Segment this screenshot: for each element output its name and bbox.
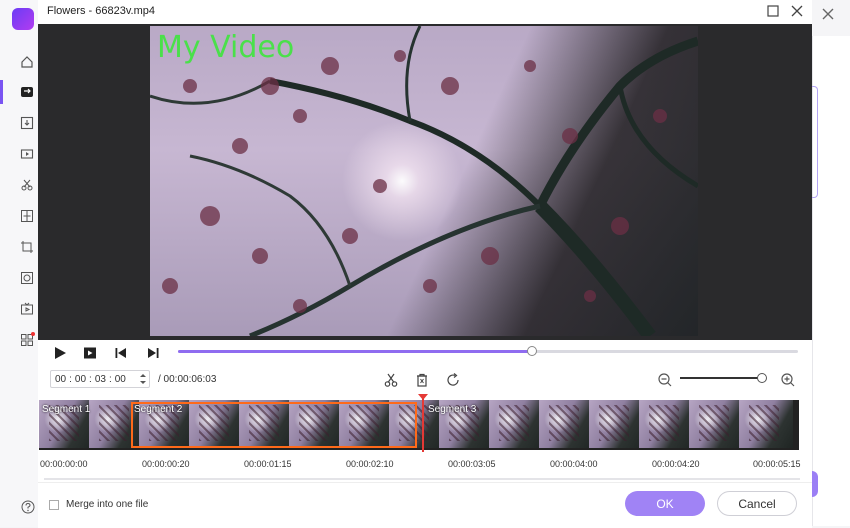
- sidebar-active-indicator: [0, 80, 3, 104]
- branches-image: [150, 26, 698, 336]
- record-icon[interactable]: [19, 146, 35, 162]
- time-separator: :: [89, 373, 92, 385]
- dialog-titlebar: Flowers - 66823v.mp4: [38, 0, 812, 24]
- ok-button[interactable]: OK: [625, 491, 705, 516]
- ruler-label: 00:00:00:20: [142, 459, 190, 469]
- ruler-label: 00:00:05:15: [753, 459, 801, 469]
- cut-icon[interactable]: [19, 177, 35, 193]
- ruler-label: 00:00:03:05: [448, 459, 496, 469]
- thumbnail: [689, 400, 744, 448]
- home-icon[interactable]: [19, 54, 35, 70]
- delete-icon[interactable]: [414, 372, 430, 388]
- help-icon[interactable]: [20, 499, 36, 515]
- previous-frame-icon[interactable]: [114, 346, 128, 360]
- time-hours[interactable]: 00: [55, 374, 66, 385]
- time-separator: :: [69, 373, 72, 385]
- zoom-out-icon[interactable]: [657, 372, 673, 388]
- thumbnail: [489, 400, 544, 448]
- merge-label[interactable]: Merge into one file: [66, 499, 148, 510]
- ruler-label: 00:00:04:20: [652, 459, 700, 469]
- merge-icon[interactable]: [19, 208, 35, 224]
- thumbnail: [539, 400, 594, 448]
- video-frame: My Video: [150, 26, 698, 336]
- time-ruler: 00:00:00:00 00:00:00:20 00:00:01:15 00:0…: [38, 452, 812, 476]
- timeline[interactable]: Segment 1 Segment 2 Segment 3: [38, 394, 812, 468]
- download-icon[interactable]: [19, 115, 35, 131]
- ruler-label: 00:00:01:15: [244, 459, 292, 469]
- close-button[interactable]: [789, 3, 805, 19]
- play-icon[interactable]: [53, 346, 67, 360]
- background-button: [812, 471, 818, 497]
- thumbnail: [589, 400, 644, 448]
- time-seconds[interactable]: 03: [95, 374, 106, 385]
- watermark-text-overlay: My Video: [157, 30, 295, 65]
- crop-icon[interactable]: [19, 239, 35, 255]
- app-logo: [12, 8, 34, 30]
- background-selected-card: [812, 86, 818, 198]
- playback-progress-fill: [178, 350, 532, 353]
- dialog-footer: Merge into one file OK Cancel: [38, 482, 812, 528]
- zoom-slider-handle[interactable]: [757, 373, 767, 383]
- thumbnail: [639, 400, 694, 448]
- video-preview[interactable]: My Video: [38, 24, 812, 340]
- stop-icon[interactable]: [83, 346, 97, 360]
- merge-checkbox[interactable]: [49, 500, 59, 510]
- notification-dot: [31, 332, 35, 336]
- zoom-in-icon[interactable]: [780, 372, 796, 388]
- time-frames[interactable]: 00: [115, 374, 126, 385]
- scissors-icon[interactable]: [383, 372, 399, 388]
- dvd-icon[interactable]: [19, 270, 35, 286]
- reset-icon[interactable]: [445, 372, 461, 388]
- segment-label: Segment 3: [428, 404, 477, 415]
- app-sidebar: [0, 0, 38, 527]
- player-controls: [38, 340, 812, 366]
- main-close-icon[interactable]: [820, 6, 836, 22]
- cancel-button[interactable]: Cancel: [717, 491, 797, 516]
- ruler-label: 00:00:04:00: [550, 459, 598, 469]
- trim-dialog: Flowers - 66823v.mp4 My Video 00: 00: …: [38, 0, 812, 528]
- current-time-input[interactable]: 00 : 00 : 03 : 00: [50, 370, 150, 388]
- zoom-slider[interactable]: [680, 377, 764, 379]
- playback-progress-bar[interactable]: [178, 346, 798, 356]
- convert-icon[interactable]: [19, 84, 35, 100]
- segment-label: Segment 1: [42, 404, 91, 415]
- next-frame-icon[interactable]: [146, 346, 160, 360]
- thumbnail: [739, 400, 794, 448]
- time-stepper[interactable]: [138, 371, 148, 387]
- playback-progress-handle[interactable]: [527, 346, 538, 356]
- ruler-label: 00:00:02:10: [346, 459, 394, 469]
- total-duration: / 00:00:06:03: [158, 374, 217, 385]
- selected-segment[interactable]: [131, 402, 417, 448]
- dialog-title: Flowers - 66823v.mp4: [47, 5, 156, 17]
- thumbnail-strip[interactable]: Segment 1 Segment 2 Segment 3: [39, 400, 799, 450]
- maximize-button[interactable]: [766, 4, 780, 18]
- time-separator: :: [108, 373, 112, 385]
- timeline-scrollbar[interactable]: [44, 478, 800, 480]
- tv-icon[interactable]: [19, 301, 35, 317]
- trim-toolbar: 00 : 00 : 03 : 00 / 00:00:06:03: [38, 366, 812, 396]
- ruler-label: 00:00:00:00: [40, 459, 88, 469]
- time-minutes[interactable]: 00: [75, 374, 86, 385]
